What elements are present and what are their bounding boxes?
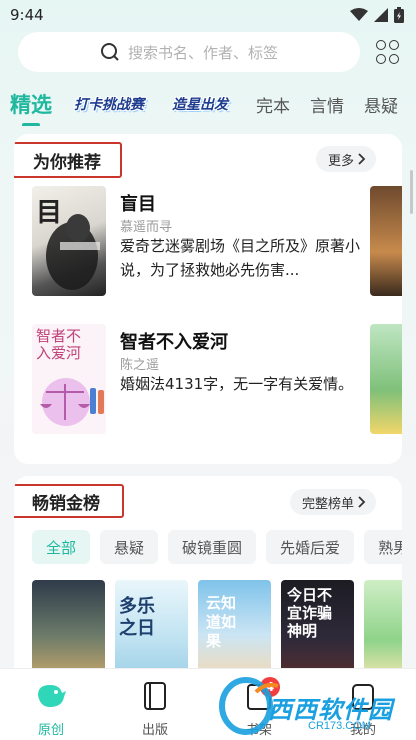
ranking-book-cover[interactable]: 今日不宜诈骗神明 [281,580,354,680]
ranking-filter-chips: 全部 悬疑 破镜重圆 先婚后爱 熟男 [32,530,402,564]
section-title-recommend: 为你推荐 [14,142,122,178]
search-input[interactable]: 搜索书名、作者、标签 [18,32,360,72]
cover-title: 今日不宜诈骗神明 [287,586,333,640]
tab-romance[interactable]: 言情 [310,92,344,117]
book-item-wise-man[interactable]: 智者不入爱河 智者不入爱河 陈之遥 婚姻法4131字，无一字有关爱情。 [32,324,392,434]
search-icon [100,43,119,61]
nav-publishing[interactable]: 出版 [120,677,190,738]
more-label: 完整榜单 [302,496,355,512]
recommend-section: 为你推荐 更多 目 盲目 慕遥而寻 爱奇艺迷雾剧场《目之所及》原著小说，为了拯救… [14,134,402,464]
book-description: 爱奇艺迷雾剧场《目之所及》原著小说，为了拯救她必先伤害... [120,237,361,279]
ranking-book-cover[interactable]: 云知道如果 [198,580,271,680]
filter-chip-mature-male[interactable]: 熟男 [364,530,402,564]
book-description: 婚姻法4131字，无一字有关爱情。 [120,375,354,393]
status-bar: 9:44 [0,0,416,30]
tab-completed[interactable]: 完本 [256,92,290,117]
ranking-book-cover[interactable] [32,580,105,680]
category-grid-button[interactable] [376,40,400,64]
nav-original[interactable]: 原创 [16,677,86,738]
cover-title: 多乐之日 [119,596,155,639]
watermark-url: CR173.COM [308,720,371,732]
book-author: 陈之遥 [120,358,160,373]
more-button[interactable]: 更多 [316,146,377,172]
cover-title: 目 [36,198,63,228]
book-cover-peek[interactable] [370,186,402,296]
grid-dot-icon [389,53,399,64]
more-label: 更多 [328,153,355,169]
filter-chip-marriage-first[interactable]: 先婚后爱 [266,530,355,564]
chevron-right-icon [358,153,366,165]
book-cover-peek[interactable] [370,324,402,434]
tab-suspense[interactable]: 悬疑 [364,92,398,117]
filter-chip-reunion[interactable]: 破镜重圆 [168,530,257,564]
status-icons [350,7,404,23]
book-title: 盲目 [120,194,156,215]
filter-chip-suspense[interactable]: 悬疑 [100,530,159,564]
ranking-book-cover[interactable] [364,580,402,680]
cover-title: 云知道如果 [206,594,237,650]
signal-icon [374,8,388,22]
tab-star-launch[interactable]: 造星出发 [172,94,228,114]
grid-dot-icon [376,53,386,64]
book-title: 智者不入爱河 [120,332,228,353]
book-cover[interactable]: 目 [32,186,106,296]
ranking-book-cover[interactable]: 多乐之日 [115,580,188,680]
book-icon [144,682,166,710]
bird-icon [38,685,66,707]
grid-dot-icon [389,40,399,50]
chevron-right-icon [358,496,366,508]
nav-label: 原创 [37,723,64,738]
book-author: 慕遥而寻 [120,220,173,235]
ranking-cover-list: 多乐之日 云知道如果 今日不宜诈骗神明 [32,580,402,680]
full-ranking-button[interactable]: 完整榜单 [290,489,377,515]
scrollbar[interactable] [410,170,413,214]
book-item-blind[interactable]: 目 盲目 慕遥而寻 爱奇艺迷雾剧场《目之所及》原著小说，为了拯救她必先伤害... [32,186,392,296]
tab-featured[interactable]: 精选 [10,89,52,126]
grid-dot-icon [376,40,386,50]
channel-tabs: 精选 打卡挑战赛 造星出发 完本 言情 悬疑 [0,82,416,126]
status-time: 9:44 [10,6,44,24]
search-placeholder: 搜索书名、作者、标签 [127,43,278,62]
watermark-logo: 西西软件园 CR173.COM [216,672,412,738]
nav-label: 出版 [141,723,168,738]
wifi-icon [350,8,368,21]
book-cover[interactable]: 智者不入爱河 [32,324,106,434]
section-title-bestseller: 畅销金榜 [14,484,124,518]
filter-chip-all[interactable]: 全部 [32,530,91,564]
tab-checkin-challenge[interactable]: 打卡挑战赛 [74,94,144,114]
battery-icon [394,7,404,23]
cover-title: 智者不入爱河 [36,327,82,362]
